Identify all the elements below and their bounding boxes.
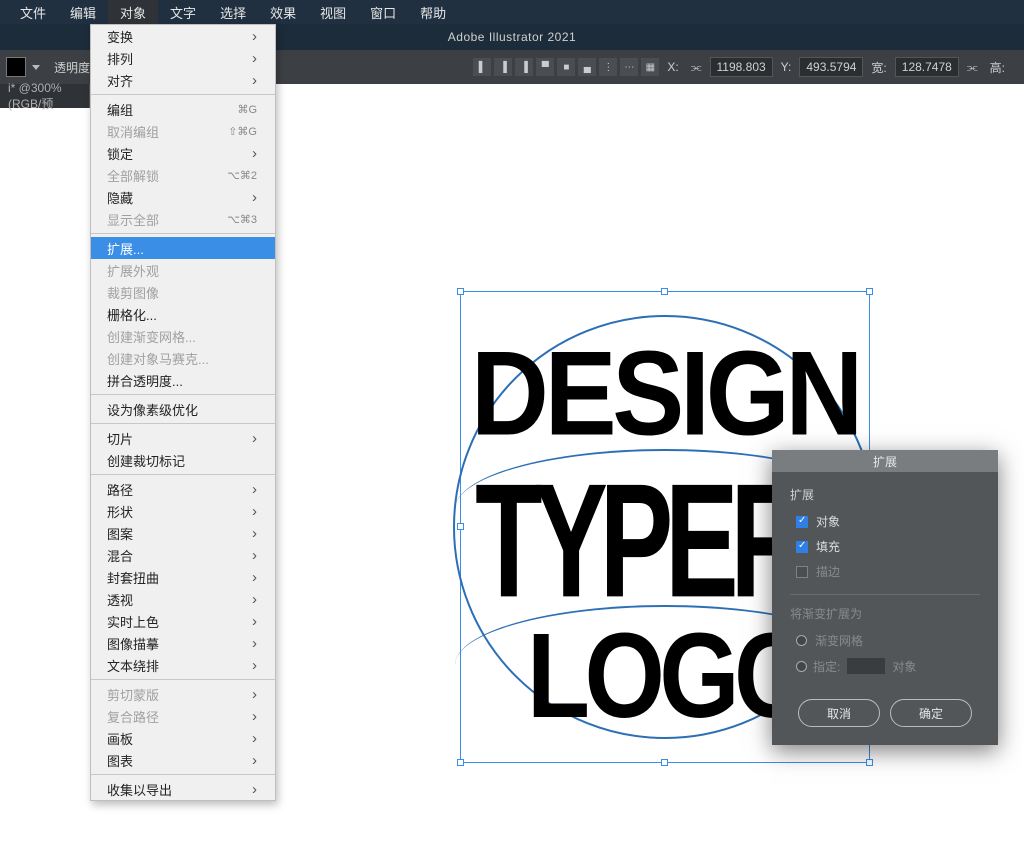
expand-dialog: 扩展 扩展 对象 填充 描边 将渐变扩展为 渐变网格 指定: 对象 取消 确定 xyxy=(772,450,998,745)
menu-edit[interactable]: 编辑 xyxy=(58,0,108,26)
menu-item[interactable]: 创建裁切标记 xyxy=(91,449,275,471)
cancel-button[interactable]: 取消 xyxy=(798,699,880,727)
checkbox-stroke xyxy=(796,566,808,578)
object-menu-dropdown: 变换排列对齐编组⌘G取消编组⇧⌘G锁定全部解锁⌥⌘2隐藏显示全部⌥⌘3 扩展...… xyxy=(90,24,276,801)
menu-select[interactable]: 选择 xyxy=(208,0,258,26)
align-top-icon[interactable]: ▀ xyxy=(536,58,554,76)
menu-item: 扩展外观 xyxy=(91,259,275,281)
y-value[interactable]: 493.5794 xyxy=(799,57,863,77)
radio-mesh xyxy=(796,635,807,646)
menu-item[interactable]: 图表 xyxy=(91,749,275,771)
align-left-icon[interactable]: ▌ xyxy=(473,58,491,76)
transform-icon[interactable]: ▦ xyxy=(641,58,659,76)
menu-item: 取消编组⇧⌘G xyxy=(91,120,275,142)
checkbox-fill[interactable] xyxy=(796,541,808,553)
align-vcenter-icon[interactable]: ■ xyxy=(557,58,575,76)
document-tab[interactable]: i* @300% (RGB/预 xyxy=(0,84,90,108)
specify-unit: 对象 xyxy=(892,658,916,675)
menu-item: 创建渐变网格... xyxy=(91,325,275,347)
menu-item[interactable]: 拼合透明度... xyxy=(91,369,275,391)
menu-bar: 文件 编辑 对象 文字 选择 效果 视图 窗口 帮助 xyxy=(0,0,1024,24)
menu-item[interactable]: 形状 xyxy=(91,500,275,522)
dialog-title: 扩展 xyxy=(772,450,998,472)
dialog-section-gradient: 将渐变扩展为 xyxy=(790,605,980,622)
menu-effect[interactable]: 效果 xyxy=(258,0,308,26)
art-row-1: DESIGN xyxy=(438,326,892,464)
w-value[interactable]: 128.7478 xyxy=(895,57,959,77)
menu-help[interactable]: 帮助 xyxy=(408,0,458,26)
h-label: 高: xyxy=(990,59,1005,76)
menu-item[interactable]: 对齐 xyxy=(91,69,275,91)
opacity-label: 透明度: xyxy=(54,59,93,76)
menu-item[interactable]: 设为像素级优化 xyxy=(91,398,275,420)
menu-item[interactable]: 路径 xyxy=(91,478,275,500)
align-bottom-icon[interactable]: ▄ xyxy=(578,58,596,76)
fill-dropdown-icon[interactable] xyxy=(32,65,40,70)
fill-swatch[interactable] xyxy=(6,57,26,77)
handle-tl[interactable] xyxy=(457,288,464,295)
menu-item[interactable]: 图像描摹 xyxy=(91,632,275,654)
checkbox-object[interactable] xyxy=(796,516,808,528)
link-icon[interactable]: ⫘ xyxy=(691,60,702,75)
x-label: X: xyxy=(667,60,678,74)
app-title: Adobe Illustrator 2021 xyxy=(448,30,576,44)
menu-type[interactable]: 文字 xyxy=(158,0,208,26)
radio-specify xyxy=(796,661,807,672)
menu-item[interactable]: 切片 xyxy=(91,427,275,449)
y-label: Y: xyxy=(781,60,792,74)
menu-item: 裁剪图像 xyxy=(91,281,275,303)
menu-item[interactable]: 锁定 xyxy=(91,142,275,164)
menu-item: 剪切蒙版 xyxy=(91,683,275,705)
distribute-h-icon[interactable]: ⋮ xyxy=(599,58,617,76)
distribute-v-icon[interactable]: ⋯ xyxy=(620,58,638,76)
radio-specify-label: 指定: xyxy=(813,658,840,675)
menu-item[interactable]: 排列 xyxy=(91,47,275,69)
linkwh-icon[interactable]: ⫘ xyxy=(967,60,978,75)
menu-file[interactable]: 文件 xyxy=(8,0,58,26)
menu-item[interactable]: 隐藏 xyxy=(91,186,275,208)
specify-count-input xyxy=(846,657,886,675)
dialog-section-expand: 扩展 xyxy=(790,486,980,503)
menu-item[interactable]: 文本绕排 xyxy=(91,654,275,676)
align-hcenter-icon[interactable]: ▐ xyxy=(494,58,512,76)
menu-item[interactable]: 栅格化... xyxy=(91,303,275,325)
ok-button[interactable]: 确定 xyxy=(890,699,972,727)
radio-mesh-label: 渐变网格 xyxy=(815,632,863,649)
handle-br[interactable] xyxy=(866,759,873,766)
menu-item: 复合路径 xyxy=(91,705,275,727)
checkbox-object-label: 对象 xyxy=(816,513,840,530)
handle-tr[interactable] xyxy=(866,288,873,295)
handle-bc[interactable] xyxy=(661,759,668,766)
w-label: 宽: xyxy=(871,59,886,76)
menu-item[interactable]: 封套扭曲 xyxy=(91,566,275,588)
menu-item[interactable]: 变换 xyxy=(91,25,275,47)
menu-item: 全部解锁⌥⌘2 xyxy=(91,164,275,186)
menu-item[interactable]: 编组⌘G xyxy=(91,98,275,120)
menu-item[interactable]: 图案 xyxy=(91,522,275,544)
menu-item[interactable]: 实时上色 xyxy=(91,610,275,632)
x-value[interactable]: 1198.803 xyxy=(710,57,773,77)
menu-window[interactable]: 窗口 xyxy=(358,0,408,26)
checkbox-stroke-label: 描边 xyxy=(816,563,840,580)
menu-object[interactable]: 对象 xyxy=(108,0,158,26)
menu-item[interactable]: 混合 xyxy=(91,544,275,566)
menu-item[interactable]: 画板 xyxy=(91,727,275,749)
checkbox-fill-label: 填充 xyxy=(816,538,840,555)
menu-item[interactable]: 扩展... xyxy=(91,237,275,259)
menu-item[interactable]: 收集以导出 xyxy=(91,778,275,800)
align-icons: ▌ ▐ ▐ ▀ ■ ▄ ⋮ ⋯ ▦ xyxy=(473,58,659,76)
menu-item: 显示全部⌥⌘3 xyxy=(91,208,275,230)
menu-item: 创建对象马赛克... xyxy=(91,347,275,369)
menu-item[interactable]: 透视 xyxy=(91,588,275,610)
handle-bl[interactable] xyxy=(457,759,464,766)
menu-view[interactable]: 视图 xyxy=(308,0,358,26)
align-right-icon[interactable]: ▐ xyxy=(515,58,533,76)
handle-tc[interactable] xyxy=(661,288,668,295)
